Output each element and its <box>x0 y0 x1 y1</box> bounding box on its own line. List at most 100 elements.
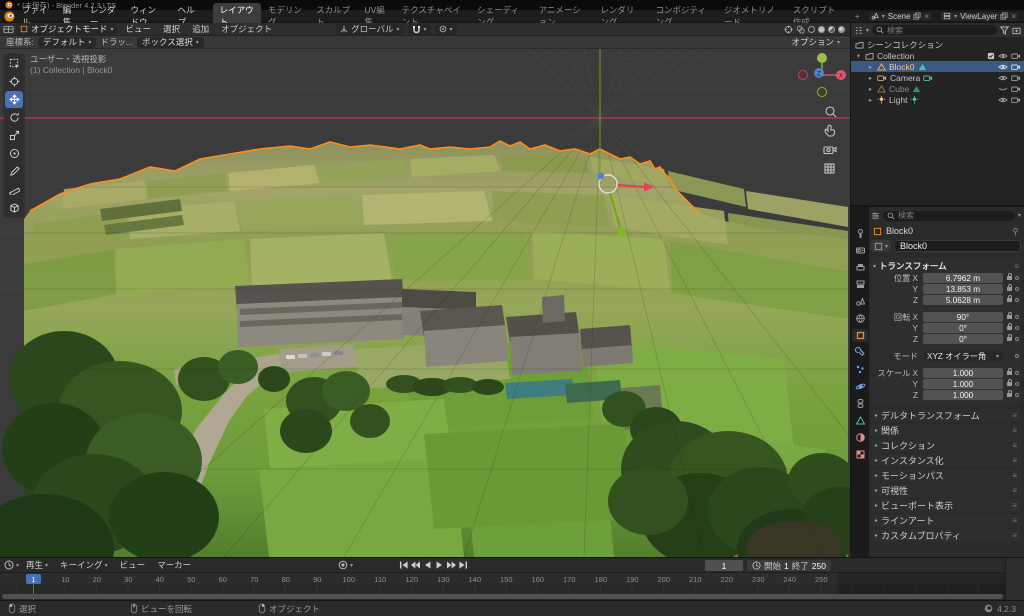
editor-type-icon[interactable] <box>3 25 14 34</box>
auto-key-button[interactable]: ▾ <box>338 560 353 570</box>
hide-eye-icon[interactable] <box>998 63 1008 71</box>
hide-eye-icon[interactable] <box>998 52 1008 60</box>
location-x-field[interactable]: 6.7962 m <box>923 273 1003 283</box>
view-menu[interactable]: ビュー <box>115 559 151 571</box>
animate-dot[interactable] <box>1015 326 1019 330</box>
timeline-editor-icon[interactable] <box>4 560 14 570</box>
disable-render-icon[interactable] <box>1011 52 1021 60</box>
collection-row[interactable]: ▾ Collection <box>851 50 1024 61</box>
playback-menu[interactable]: 再生▾ <box>21 559 53 571</box>
shading-material-icon[interactable] <box>828 26 835 33</box>
lock-icon[interactable] <box>1007 326 1012 330</box>
disable-render-icon[interactable] <box>1011 63 1021 71</box>
properties-section[interactable]: ▸ インスタンス化 ≡ <box>871 454 1021 467</box>
properties-search[interactable] <box>883 211 1015 221</box>
object-type-button[interactable]: ▾ <box>871 240 891 252</box>
lock-icon[interactable] <box>1007 393 1012 397</box>
tab-scene[interactable] <box>852 295 868 308</box>
show-gizmo-icon[interactable] <box>784 25 793 34</box>
pan-hand-icon[interactable] <box>825 125 835 136</box>
play-reverse-button[interactable] <box>422 559 433 570</box>
properties-section[interactable]: ▸ デルタトランスフォーム ≡ <box>871 409 1021 422</box>
tool-orientation-dropdown[interactable]: デフォルト ▾ <box>38 37 97 48</box>
outliner-item-block0[interactable]: ▸ Block0 <box>851 61 1024 72</box>
select-box-tool[interactable] <box>5 55 23 72</box>
orientation-dropdown[interactable]: グローバル ▾ <box>336 24 403 35</box>
scale-y-field[interactable]: 1.000 <box>923 379 1003 389</box>
animate-dot[interactable] <box>1015 337 1019 341</box>
animate-dot[interactable] <box>1015 315 1019 319</box>
lock-icon[interactable] <box>1007 371 1012 375</box>
tab-texture[interactable] <box>852 448 868 461</box>
show-overlays-icon[interactable] <box>796 25 805 34</box>
axis-gizmo[interactable]: X Z <box>798 53 846 97</box>
move-tool[interactable] <box>5 91 23 108</box>
jump-to-start-button[interactable] <box>398 559 409 570</box>
object-name-field[interactable]: Block0 <box>894 240 1021 252</box>
playhead[interactable]: 1 <box>26 574 41 584</box>
frame-range[interactable]: 開始1 終了250 <box>747 560 831 571</box>
outliner-editor-icon[interactable] <box>854 26 863 35</box>
hide-eye-icon[interactable] <box>998 74 1008 82</box>
properties-search-input[interactable] <box>898 211 1011 220</box>
tab-output[interactable] <box>852 261 868 274</box>
tab-view-layer[interactable] <box>852 278 868 291</box>
outliner-search-input[interactable] <box>887 26 993 35</box>
jump-to-end-button[interactable] <box>458 559 469 570</box>
next-keyframe-button[interactable] <box>446 559 457 570</box>
rotate-tool[interactable] <box>5 109 23 126</box>
expand-icon[interactable]: ▾ <box>855 52 862 60</box>
duplicate-layer-icon[interactable] <box>1000 12 1008 20</box>
hide-eye-icon[interactable] <box>998 96 1008 104</box>
lock-icon[interactable] <box>1007 276 1012 280</box>
properties-filter-icon[interactable] <box>871 211 880 220</box>
play-button[interactable] <box>434 559 445 570</box>
breadcrumb-object[interactable]: Block0 <box>886 226 913 236</box>
outliner-item-camera[interactable]: ▸ Camera <box>851 72 1024 83</box>
tab-render[interactable] <box>852 244 868 257</box>
outliner-search[interactable] <box>872 25 997 35</box>
animate-dot[interactable] <box>1015 382 1019 386</box>
rotation-z-field[interactable]: 0° <box>923 334 1003 344</box>
properties-section[interactable]: ▸ 可視性 ≡ <box>871 484 1021 497</box>
rotation-y-field[interactable]: 0° <box>923 323 1003 333</box>
checkbox-icon[interactable] <box>987 52 995 60</box>
tab-object[interactable] <box>852 329 868 342</box>
pin-icon[interactable] <box>1012 227 1019 236</box>
animate-dot[interactable] <box>1015 298 1019 302</box>
new-collection-icon[interactable] <box>1012 26 1021 35</box>
tab-tool[interactable] <box>852 227 868 240</box>
unlink-scene-icon[interactable]: × <box>924 12 929 21</box>
scale-tool[interactable] <box>5 127 23 144</box>
transform-panel-header[interactable]: ▾ トランスフォーム ≡ <box>873 260 1019 272</box>
location-z-field[interactable]: 5.0628 m <box>923 295 1003 305</box>
animate-dot[interactable] <box>1015 276 1019 280</box>
tab-constraints[interactable] <box>852 397 868 410</box>
drag-action-dropdown[interactable]: ボックス選択 ▾ <box>137 37 204 48</box>
tab-object-data[interactable] <box>852 414 868 427</box>
properties-section[interactable]: ▸ ビューポート表示 ≡ <box>871 499 1021 512</box>
animate-dot[interactable] <box>1015 371 1019 375</box>
camera-view-icon[interactable] <box>824 147 836 154</box>
duplicate-scene-icon[interactable] <box>913 12 921 20</box>
cursor-tool[interactable] <box>5 73 23 90</box>
scene-selector[interactable]: ▾ Scene × <box>867 11 933 22</box>
rotation-mode-dropdown[interactable]: XYZ オイラー角▾ <box>923 351 1003 361</box>
shading-solid-icon[interactable] <box>818 26 825 33</box>
properties-section[interactable]: ▸ モーションパス ≡ <box>871 469 1021 482</box>
annotate-tool[interactable] <box>5 163 23 180</box>
lock-icon[interactable] <box>1007 287 1012 291</box>
zoom-icon[interactable] <box>826 107 836 117</box>
outliner-item-cube[interactable]: ▸ Cube <box>851 83 1024 94</box>
tab-modifiers[interactable] <box>852 346 868 359</box>
scene-collection-row[interactable]: シーンコレクション <box>851 39 1024 50</box>
measure-tool[interactable] <box>5 181 23 198</box>
viewport-menu-item[interactable]: ビュー <box>120 23 158 35</box>
prev-keyframe-button[interactable] <box>410 559 421 570</box>
options-dropdown[interactable]: オプション ▾ <box>791 36 844 48</box>
blender-menu-logo[interactable] <box>4 11 15 22</box>
disable-render-icon[interactable] <box>1011 74 1021 82</box>
animate-dot[interactable] <box>1015 287 1019 291</box>
properties-section[interactable]: ▸ カスタムプロパティ ≡ <box>871 529 1021 542</box>
scale-x-field[interactable]: 1.000 <box>923 368 1003 378</box>
